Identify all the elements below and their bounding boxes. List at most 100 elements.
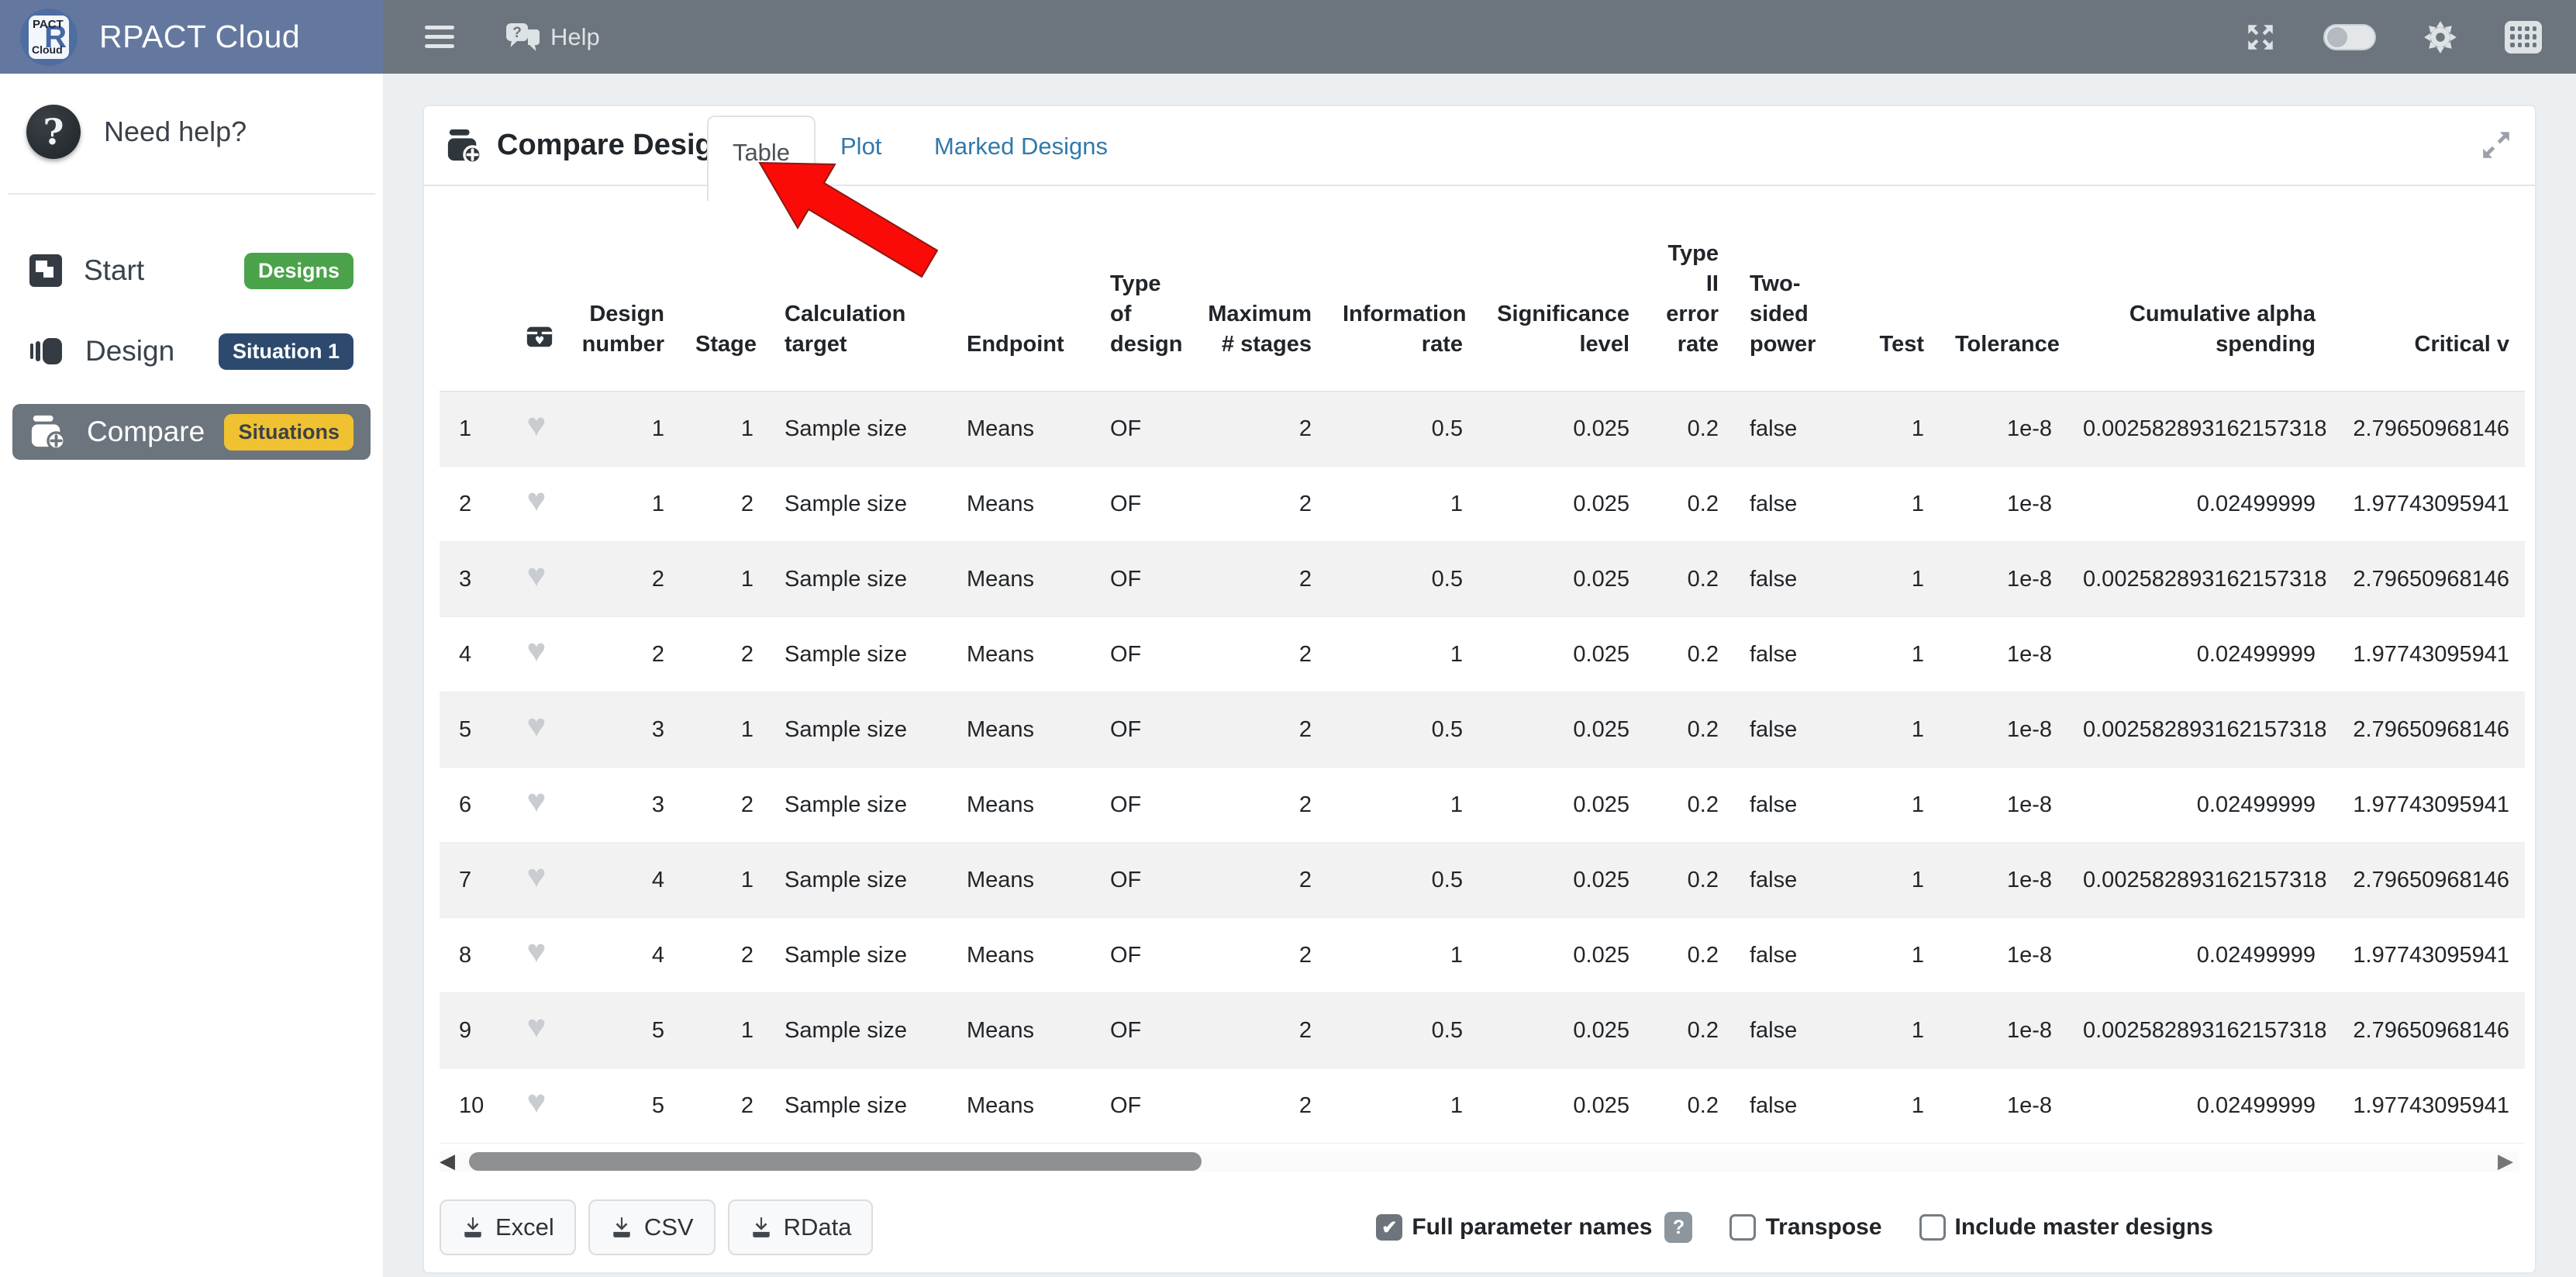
export-excel-button[interactable]: Excel — [440, 1199, 576, 1255]
cell-test: 1 — [1862, 617, 1940, 692]
col-header-test[interactable]: Test — [1862, 231, 1940, 392]
cell-two-sided-power: false — [1734, 542, 1862, 617]
tab-marked-designs[interactable]: Marked Designs — [934, 106, 1108, 186]
heart-icon[interactable]: ♥ — [527, 858, 547, 894]
col-header-calculation-target[interactable]: Calculation target — [769, 231, 951, 392]
col-header-critical-values[interactable]: Critical v — [2331, 231, 2525, 392]
cell-significance-level: 0.025 — [1478, 617, 1645, 692]
checkbox-checked-icon[interactable]: ✔ — [1376, 1214, 1402, 1241]
export-button-label: CSV — [644, 1213, 694, 1241]
cell-stage: 1 — [680, 843, 769, 918]
checkbox-full-parameter-names[interactable]: ✔Full parameter names? — [1376, 1212, 1692, 1243]
settings-gear-icon[interactable] — [2423, 19, 2458, 55]
heart-icon[interactable]: ♥ — [527, 707, 547, 744]
cell-calculation-target: Sample size — [769, 843, 951, 918]
heart-icon[interactable]: ♥ — [527, 782, 547, 819]
export-csv-button[interactable]: CSV — [588, 1199, 716, 1255]
cell-two-sided-power: false — [1734, 768, 1862, 843]
horizontal-scrollbar[interactable]: ◀ ▶ — [440, 1151, 2519, 1172]
theme-toggle[interactable] — [2323, 24, 2376, 50]
logo-line2: Cloud — [32, 43, 63, 56]
heart-icon[interactable]: ♥ — [527, 1083, 547, 1120]
cell-significance-level: 0.025 — [1478, 768, 1645, 843]
table-row[interactable]: 6♥32Sample sizeMeansOF210.0250.2false11e… — [440, 768, 2525, 843]
situation-badge: Situation 1 — [219, 333, 353, 370]
col-header-maximum-stages[interactable]: Maximum # stages — [1188, 231, 1327, 392]
heart-icon[interactable]: ♥ — [527, 1008, 547, 1044]
heart-icon[interactable]: ♥ — [527, 406, 547, 443]
sidebar: ? Need help? Start Designs — [0, 74, 383, 1277]
cell-calculation-target: Sample size — [769, 392, 951, 467]
sidebar-item-compare[interactable]: Compare Situations — [12, 404, 371, 460]
sidebar-item-design[interactable]: Design Situation 1 — [12, 323, 371, 379]
checkbox-include-master-designs[interactable]: Include master designs — [1919, 1214, 2213, 1241]
col-header-information-rate[interactable]: Information rate — [1327, 231, 1478, 392]
checkbox-transpose[interactable]: Transpose — [1729, 1214, 1881, 1241]
cell-two-sided-power: false — [1734, 392, 1862, 467]
topbar-main: ? Help — [383, 0, 2576, 74]
col-header-type-2-error-rate[interactable]: Type II error rate — [1645, 231, 1734, 392]
cell-significance-level: 0.025 — [1478, 467, 1645, 542]
cell-row-index: 5 — [440, 692, 509, 768]
table-row[interactable]: 9♥51Sample sizeMeansOF20.50.0250.2false1… — [440, 993, 2525, 1068]
checkbox-unchecked-icon[interactable] — [1919, 1214, 1946, 1241]
table-row[interactable]: 3♥21Sample sizeMeansOF20.50.0250.2false1… — [440, 542, 2525, 617]
grid-columns-icon[interactable] — [2505, 21, 2542, 53]
sidebar-item-start[interactable]: Start Designs — [12, 243, 371, 299]
col-header-type-of-design[interactable]: Type of design — [1095, 231, 1188, 392]
cell-stage: 2 — [680, 617, 769, 692]
cell-tolerance: 1e-8 — [1940, 392, 2067, 467]
export-rdata-button[interactable]: RData — [728, 1199, 874, 1255]
col-header-endpoint[interactable]: Endpoint — [951, 231, 1095, 392]
table-row[interactable]: 2♥12Sample sizeMeansOF210.0250.2false11e… — [440, 467, 2525, 542]
scroll-right-arrow[interactable]: ▶ — [2498, 1149, 2513, 1173]
menu-icon[interactable] — [425, 26, 454, 48]
cell-critical-values: 1.97743095941 — [2331, 918, 2525, 993]
col-header-design-number[interactable]: Design number — [564, 231, 680, 392]
cell-cumulative-alpha-spending: 0.002582893162157318 — [2067, 692, 2331, 768]
start-icon — [29, 254, 62, 287]
card-header: Compare Designs Table Plot Marked Design… — [424, 106, 2535, 186]
help-menu-item[interactable]: ? Help — [505, 22, 600, 53]
designs-badge: Designs — [244, 253, 353, 289]
expand-card-icon[interactable] — [2478, 126, 2515, 164]
scroll-left-arrow[interactable]: ◀ — [440, 1149, 455, 1173]
tab-table[interactable]: Table — [707, 116, 816, 201]
compare-designs-icon — [446, 128, 481, 164]
table-row[interactable]: 8♥42Sample sizeMeansOF210.0250.2false11e… — [440, 918, 2525, 993]
help-badge-icon[interactable]: ? — [1664, 1212, 1692, 1243]
need-help-link[interactable]: ? Need help? — [0, 74, 383, 193]
compare-icon — [29, 414, 65, 450]
cell-test: 1 — [1862, 993, 1940, 1068]
cell-tolerance: 1e-8 — [1940, 617, 2067, 692]
cell-test: 1 — [1862, 392, 1940, 467]
cell-two-sided-power: false — [1734, 467, 1862, 542]
tab-plot[interactable]: Plot — [840, 106, 881, 186]
table-row[interactable]: 7♥41Sample sizeMeansOF20.50.0250.2false1… — [440, 843, 2525, 918]
cell-significance-level: 0.025 — [1478, 1068, 1645, 1144]
cell-type-of-design: OF — [1095, 617, 1188, 692]
cell-endpoint: Means — [951, 768, 1095, 843]
table-row[interactable]: 1♥11Sample sizeMeansOF20.50.0250.2false1… — [440, 392, 2525, 467]
heart-icon[interactable]: ♥ — [527, 933, 547, 969]
table-row[interactable]: 5♥31Sample sizeMeansOF20.50.0250.2false1… — [440, 692, 2525, 768]
col-header-tolerance[interactable]: Tolerance — [1940, 231, 2067, 392]
col-header-cumulative-alpha-spending[interactable]: Cumulative alpha spending — [2067, 231, 2331, 392]
cell-information-rate: 0.5 — [1327, 993, 1478, 1068]
table-row[interactable]: 10♥52Sample sizeMeansOF210.0250.2false11… — [440, 1068, 2525, 1144]
cell-critical-values: 2.79650968146 — [2331, 843, 2525, 918]
cell-cumulative-alpha-spending: 0.02499999 — [2067, 1068, 2331, 1144]
scrollbar-thumb[interactable] — [469, 1152, 1202, 1171]
heart-icon[interactable]: ♥ — [527, 557, 547, 593]
col-header-significance-level[interactable]: Significance level — [1478, 231, 1645, 392]
fullscreen-icon[interactable] — [2244, 21, 2277, 53]
cell-information-rate: 1 — [1327, 1068, 1478, 1144]
cell-significance-level: 0.025 — [1478, 843, 1645, 918]
heart-icon[interactable]: ♥ — [527, 481, 547, 518]
table-row[interactable]: 4♥22Sample sizeMeansOF210.0250.2false11e… — [440, 617, 2525, 692]
col-header-two-sided-power[interactable]: Two-sided power — [1734, 231, 1862, 392]
checkbox-unchecked-icon[interactable] — [1729, 1214, 1756, 1241]
col-header-stage[interactable]: Stage — [680, 231, 769, 392]
cell-information-rate: 0.5 — [1327, 392, 1478, 467]
heart-icon[interactable]: ♥ — [527, 632, 547, 668]
